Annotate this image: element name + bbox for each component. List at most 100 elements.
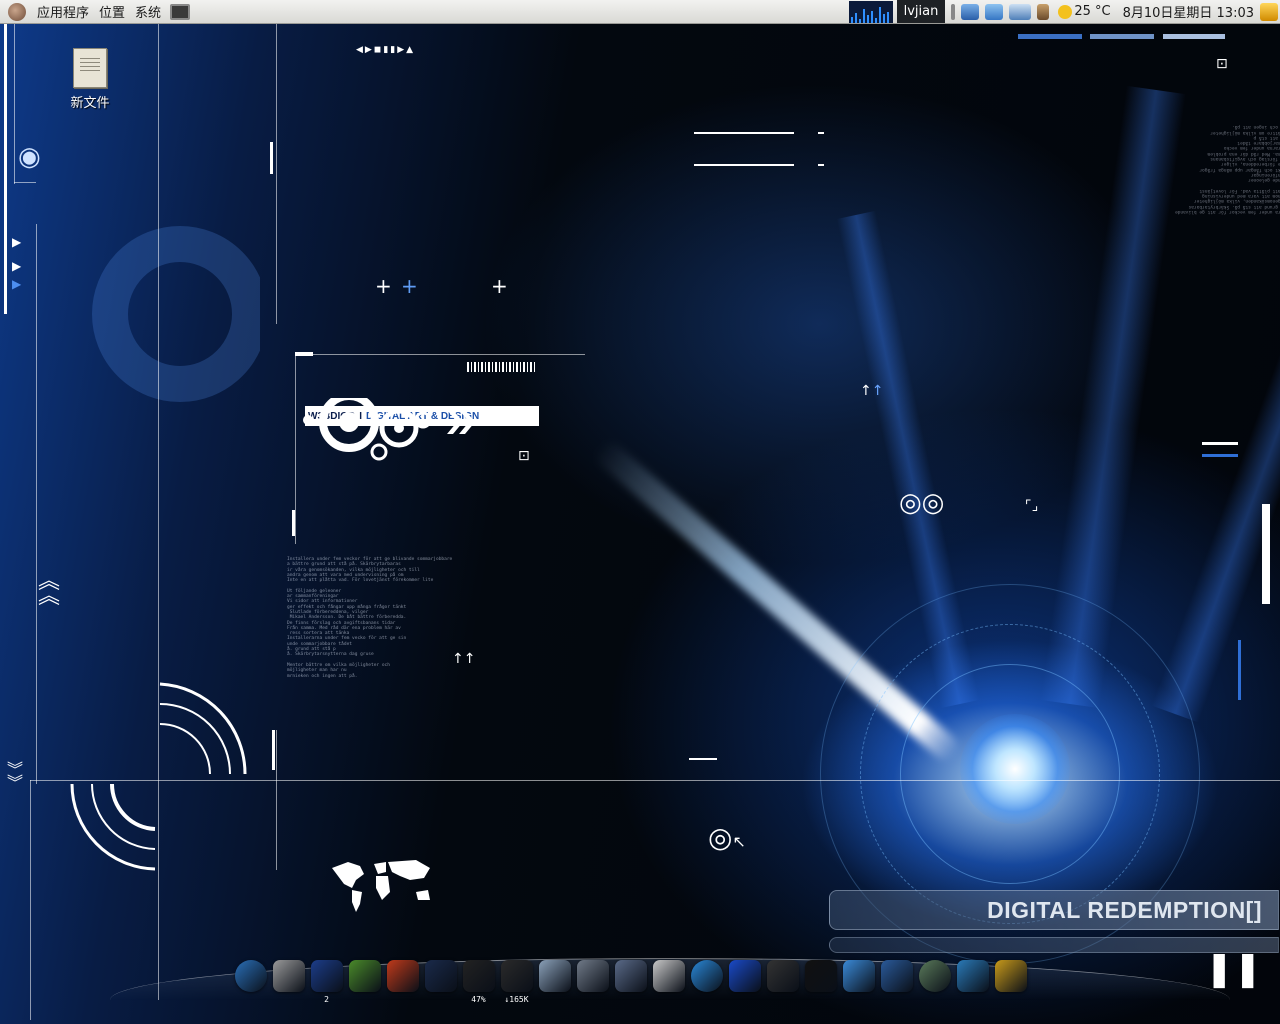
dock-item[interactable] (802, 954, 839, 998)
dock-item[interactable] (916, 954, 953, 998)
dash-line (694, 164, 794, 166)
frame-line (36, 224, 37, 784)
double-circle-icon: ◎◎ (899, 488, 945, 518)
power-ring-icon: ◉ (18, 142, 41, 172)
top-tab-bar (1018, 34, 1082, 39)
clock[interactable]: 8月10日星期日 13:03 (1111, 2, 1260, 21)
dash-line (1202, 454, 1238, 457)
desktop-icon-label: 新文件 (70, 96, 110, 111)
video-editor-icon (728, 960, 761, 992)
target-cursor-icon: ◎↖ (708, 821, 746, 854)
dock-item[interactable] (574, 954, 611, 998)
dock-item[interactable]: 47% (460, 954, 497, 1004)
dock-item[interactable] (612, 954, 649, 998)
dock-item[interactable]: ↓165K (498, 954, 535, 1004)
hud-overlay: ◉ ▶ ▶ ▶ ︽︽ ︾︾ ◀▶◼▮▮▶▲ + + + + ⊡ ⊡ ⌜⌟ ↑↑ … (0, 24, 1280, 1024)
volume-icon[interactable] (1037, 3, 1050, 20)
dock-item[interactable] (422, 954, 459, 998)
dash-line (818, 164, 824, 166)
dock-item[interactable] (954, 954, 991, 998)
dock-item[interactable] (232, 954, 269, 998)
dock-item[interactable] (878, 954, 915, 998)
world-map-graphic (332, 860, 430, 912)
weather-sun-icon[interactable] (1058, 4, 1073, 19)
network-monitor-icon (500, 960, 533, 992)
network-icon[interactable] (1009, 3, 1032, 20)
text-document-icon (73, 48, 107, 88)
arrow-up-icon: ↑↑ (452, 651, 476, 667)
desktop-icon-new-file[interactable]: 新文件 (60, 48, 120, 111)
clock-icon (424, 960, 457, 992)
frame-bar (292, 510, 295, 536)
network-graph-icon[interactable] (848, 0, 893, 23)
target-icon: ⊡ (1216, 56, 1228, 72)
arc-graphic (70, 783, 156, 871)
tux-penguin-icon (804, 960, 837, 992)
dock-item[interactable] (688, 954, 725, 998)
trash-icon (272, 960, 305, 992)
banner-text: DIGITAL REDEMPTION[] (987, 896, 1262, 923)
dock-item[interactable] (536, 954, 573, 998)
arrow-marker-icon: ▶ (12, 259, 22, 273)
menu-applications[interactable]: 应用程序 (32, 0, 94, 23)
bracket-icon: ⌜⌟ (1025, 498, 1039, 514)
dock-item[interactable] (840, 954, 877, 998)
media-player-icon (690, 960, 723, 992)
top-panel: 应用程序 位置 系统 lvjian 25 °C 8月10日星期日 13:03 (0, 0, 1280, 24)
user-switcher[interactable]: lvjian (896, 0, 946, 23)
chevron-down-icon: ︾ ︾ (7, 760, 24, 792)
dock-item[interactable] (992, 954, 1029, 998)
weather-temperature[interactable]: 25 °C (1074, 4, 1110, 19)
pause-icon: ❚❚ (1205, 949, 1262, 989)
arrow-marker-icon: ▶ (12, 277, 22, 291)
frame-line (295, 354, 296, 544)
gnome-foot-icon (576, 960, 609, 992)
dock-item[interactable] (764, 954, 801, 998)
top-tab-bar (1090, 34, 1154, 39)
target-icon: ⊡ (518, 448, 530, 464)
menu-places[interactable]: 位置 (94, 0, 130, 23)
arrow-up-icon: ↑↑ (860, 383, 884, 399)
dock: 2 47% ↓165K (232, 936, 1029, 1004)
dash-line (689, 758, 717, 760)
dock-item[interactable]: 2 (308, 954, 345, 1004)
panel-right: lvjian 25 °C 8月10日星期日 13:03 (848, 0, 1280, 23)
dock-item-label: 2 (324, 995, 329, 1004)
frame-line (295, 354, 585, 355)
linux-logo-icon (994, 960, 1027, 992)
panel-left: 应用程序 位置 系统 (0, 0, 191, 23)
frame-line (14, 182, 36, 183)
gnome-foot-icon[interactable] (8, 2, 26, 21)
desktop-icon (652, 960, 685, 992)
mp3-player-icon (766, 960, 799, 992)
frog-gear-icon (918, 960, 951, 992)
dock-item[interactable] (270, 954, 307, 998)
cpu-monitor-icon (462, 960, 495, 992)
dock-item[interactable] (650, 954, 687, 998)
drive-icon[interactable] (961, 3, 980, 20)
menu-system[interactable]: 系统 (130, 0, 166, 23)
thunderbird-icon (880, 960, 913, 992)
dock-item[interactable] (726, 954, 763, 998)
workspace-switcher-icon (310, 960, 343, 992)
arrow-marker-icon: ▶ (12, 235, 22, 249)
settings-robot-icon (614, 960, 647, 992)
frame-line (276, 24, 277, 324)
dock-item[interactable] (384, 954, 421, 998)
barcode-graphic (467, 362, 537, 372)
swirl-icon (956, 960, 989, 992)
dock-item-label: 47% (471, 995, 486, 1004)
crosshair-icon: + (375, 274, 392, 298)
software-update-icon[interactable] (1260, 2, 1278, 21)
terminal-launcher-icon[interactable] (170, 3, 191, 20)
dash-line (1202, 442, 1238, 445)
arc-graphic (159, 682, 247, 775)
panel-separator (951, 3, 956, 20)
gear-circles-graphic (303, 398, 475, 461)
frame-line (14, 24, 15, 184)
dock-item[interactable] (346, 954, 383, 998)
dash-line (818, 132, 824, 134)
frame-bar (270, 142, 273, 174)
update-notifier-icon[interactable] (985, 3, 1004, 20)
chevron-up-icon: ︽ ︽ (38, 569, 61, 610)
